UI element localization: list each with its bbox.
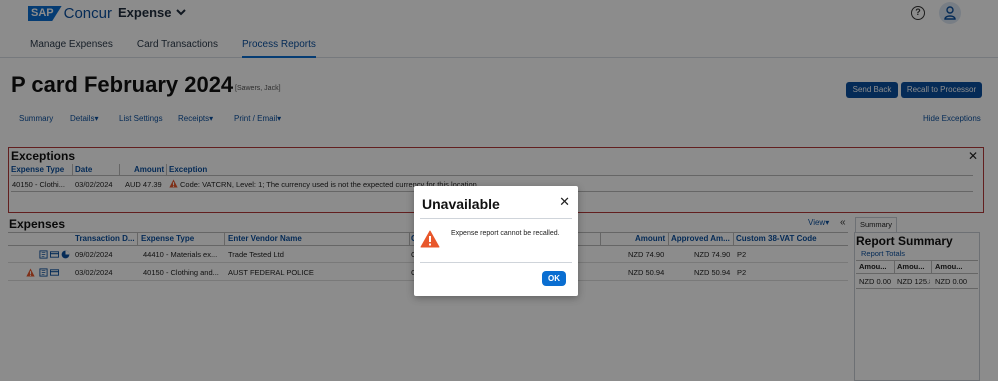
unavailable-dialog: Unavailable ✕ Expense report cannot be r… [414, 186, 578, 296]
dialog-message: Expense report cannot be recalled. [451, 230, 560, 237]
close-icon[interactable]: ✕ [559, 194, 570, 210]
warning-icon [420, 230, 440, 248]
divider [420, 218, 572, 219]
divider [420, 262, 572, 263]
dialog-title: Unavailable [422, 196, 500, 212]
ok-button[interactable]: OK [542, 271, 566, 286]
